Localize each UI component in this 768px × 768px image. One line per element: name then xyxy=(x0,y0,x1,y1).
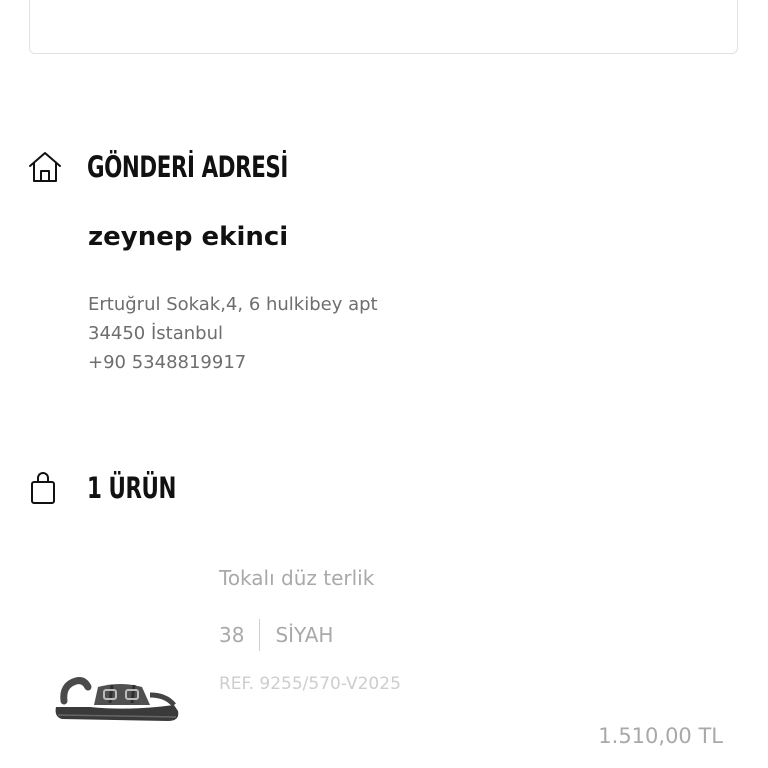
product-color: SİYAH xyxy=(275,623,334,647)
variant-divider xyxy=(259,619,261,651)
product-price: 1.510,00 TL xyxy=(598,724,723,748)
address-line-city: 34450 İstanbul xyxy=(88,323,223,344)
address-phone: +90 5348819917 xyxy=(88,352,247,373)
previous-section-card xyxy=(29,0,738,54)
recipient-name: zeynep ekinci xyxy=(88,222,289,252)
product-size: 38 xyxy=(219,623,245,647)
product-name: Tokalı düz terlik xyxy=(219,566,375,590)
shipping-address-title: GÖNDERİ ADRESİ xyxy=(87,150,288,184)
shopping-bag-icon xyxy=(28,470,64,506)
product-ref: REF. 9255/570-V2025 xyxy=(219,674,401,694)
home-icon xyxy=(28,149,64,185)
shipping-address-header: GÖNDERİ ADRESİ xyxy=(28,149,332,185)
address-line-street: Ertuğrul Sokak,4, 6 hulkibey apt xyxy=(88,294,378,315)
products-title: 1 ÜRÜN xyxy=(87,471,176,505)
sandal-image[interactable] xyxy=(50,665,185,735)
product-variant: 38 SİYAH xyxy=(219,619,333,651)
order-summary-page: GÖNDERİ ADRESİ zeynep ekinci Ertuğrul So… xyxy=(0,0,768,768)
products-header: 1 ÜRÜN xyxy=(28,470,196,506)
address-block: Ertuğrul Sokak,4, 6 hulkibey apt 34450 İ… xyxy=(88,290,378,377)
